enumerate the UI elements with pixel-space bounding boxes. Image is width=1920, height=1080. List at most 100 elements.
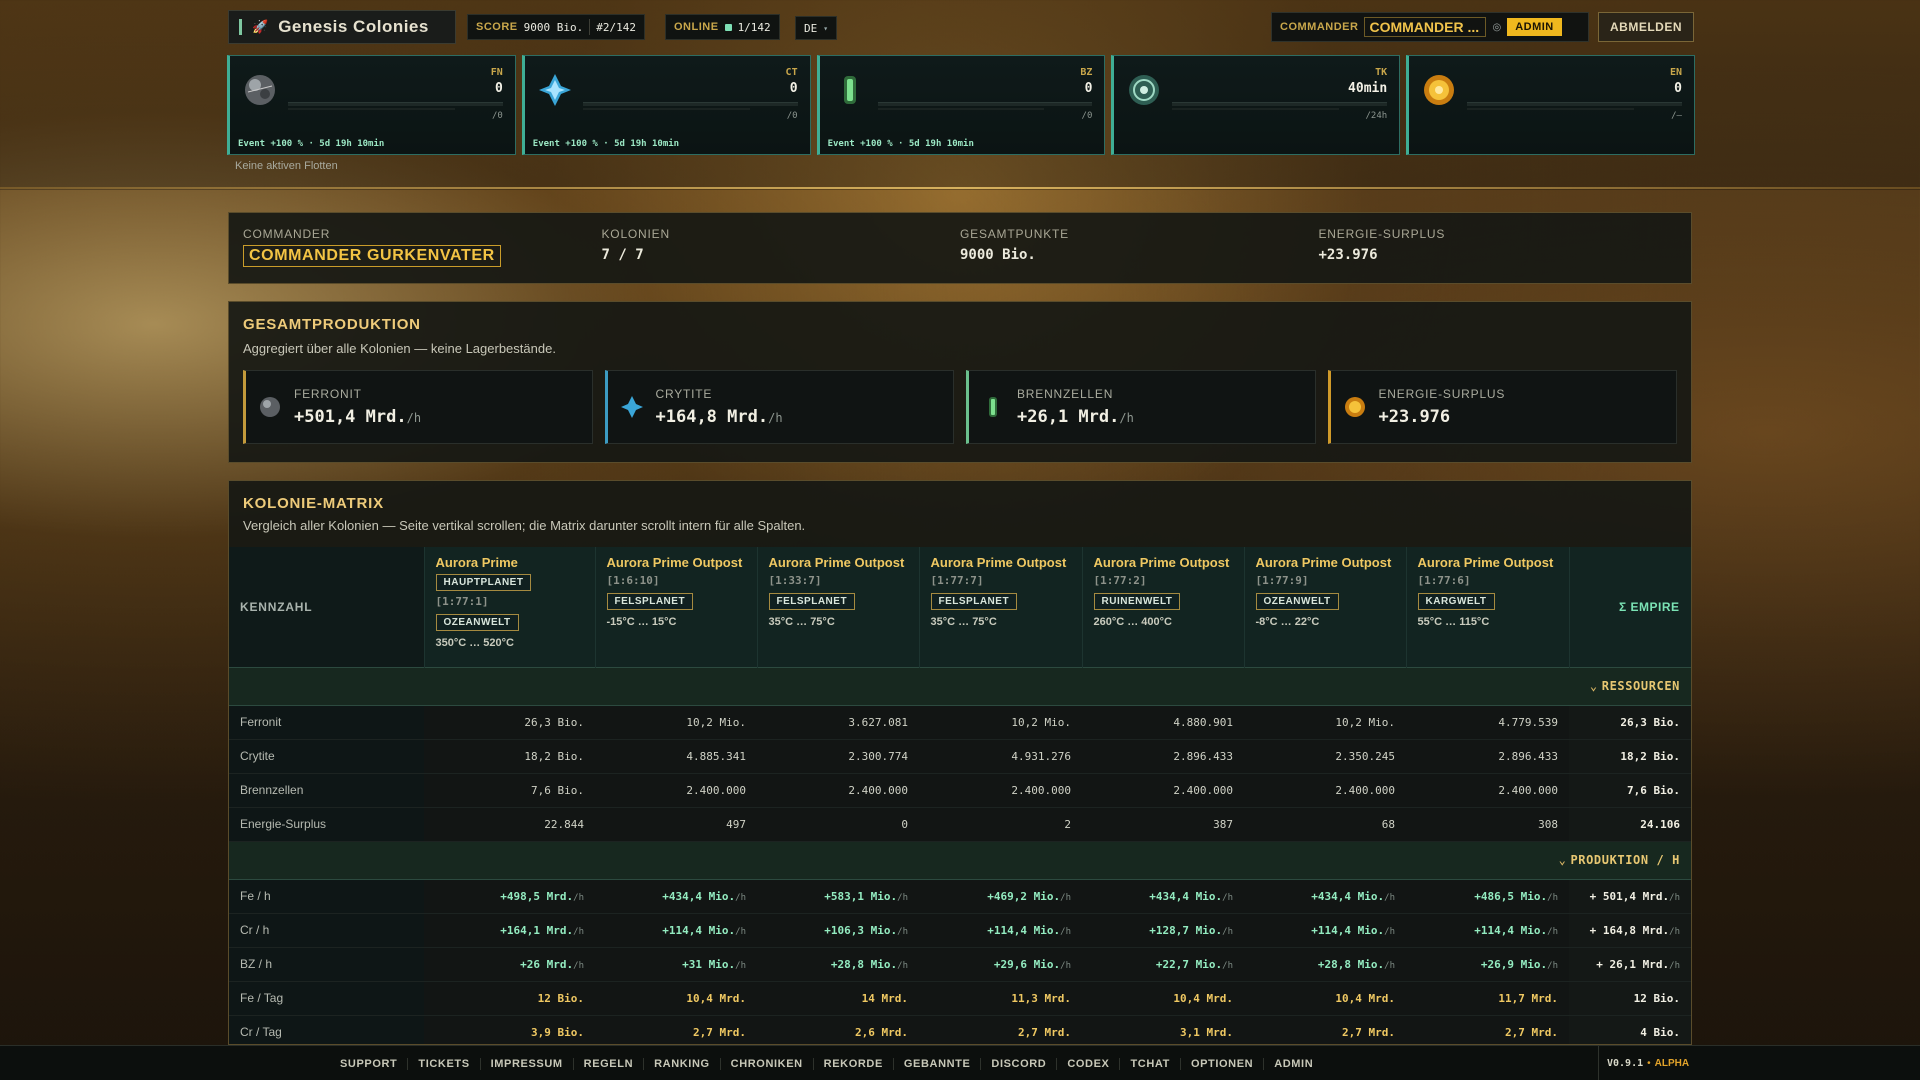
production-card-energy: ENERGIE-SURPLUS +23.976 bbox=[1327, 370, 1677, 444]
energy-icon bbox=[1421, 72, 1457, 108]
production-card-brennzellen: BRENNZELLEN +26,1 Mrd./h bbox=[966, 370, 1316, 444]
colony-header[interactable]: Aurora Prime Outpost [1:77:9] OZEANWELT -8°… bbox=[1244, 547, 1407, 667]
colony-header[interactable]: Aurora Prime Outpost [1:77:7] FELSPLANET 35… bbox=[919, 547, 1083, 667]
colony-name: Aurora Prime Outpost bbox=[1093, 555, 1230, 570]
production-label: BRENNZELLEN bbox=[1017, 387, 1114, 401]
empire-total-cell: + 164,8 Mrd./h bbox=[1569, 913, 1691, 948]
footer-link-chroniken[interactable]: CHRONIKEN bbox=[721, 1057, 814, 1070]
language-select[interactable]: DE ▾ bbox=[795, 16, 838, 40]
footer-links: SUPPORT TICKETS IMPRESSUM REGELN RANKING CHRO… bbox=[330, 1046, 1323, 1080]
section-header[interactable]: ⌄ PRODUKTION / H bbox=[229, 840, 1691, 880]
brand[interactable]: 🚀 Genesis Colonies bbox=[228, 10, 456, 44]
table-row: BZ / h +26 Mrd./h +31 Mio./h +28,8 Mio./h +2… bbox=[229, 947, 1691, 982]
production-value: +501,4 Mrd./h bbox=[294, 407, 422, 427]
footer-link-tchat[interactable]: TCHAT bbox=[1120, 1057, 1181, 1070]
colony-header[interactable]: Aurora Prime Outpost [1:6:10] FELSPLANET -1… bbox=[595, 547, 758, 667]
table-cell: +26,9 Mio./h bbox=[1406, 947, 1569, 982]
table-cell: +469,2 Mio./h bbox=[919, 879, 1082, 914]
footer-link-rekorde[interactable]: REKORDE bbox=[814, 1057, 894, 1070]
temperature-range: 35°C … 75°C bbox=[930, 616, 997, 628]
resource-code: CT bbox=[785, 67, 798, 78]
footer-link-codex[interactable]: CODEX bbox=[1057, 1057, 1121, 1070]
resource-card-fn[interactable]: FN 0 /0 Event +100 % · 5d 19h 10min bbox=[227, 55, 516, 155]
unit-label: /h bbox=[1669, 960, 1680, 971]
colony-header[interactable]: Aurora Prime Outpost [1:33:7] FELSPLANET 35… bbox=[757, 547, 920, 667]
footer-link-gebannte[interactable]: GEBANNTE bbox=[894, 1057, 982, 1070]
resource-capacity: /— bbox=[1671, 111, 1682, 121]
table-cell: 11,3 Mrd. bbox=[919, 981, 1082, 1016]
unit-label: /h bbox=[1222, 892, 1233, 903]
table-cell: 2.300.774 bbox=[757, 739, 919, 774]
table-cell: 2,7 Mrd. bbox=[595, 1015, 757, 1044]
table-row: Fe / Tag 12 Bio. 10,4 Mrd. 14 Mrd. 11,3 Mrd.… bbox=[229, 981, 1691, 1016]
table-cell: 2,7 Mrd. bbox=[919, 1015, 1082, 1044]
table-cell: +498,5 Mrd./h bbox=[424, 879, 595, 914]
footer-link-impressum[interactable]: IMPRESSUM bbox=[481, 1057, 574, 1070]
row-label: Brennzellen bbox=[229, 773, 424, 808]
logout-button[interactable]: ABMELDEN bbox=[1598, 12, 1694, 42]
resource-capacity: /24h bbox=[1365, 111, 1388, 121]
colony-header[interactable]: Aurora Prime Outpost [1:77:6] KARGWELT 55°C… bbox=[1406, 547, 1570, 667]
table-cell: 497 bbox=[595, 807, 757, 842]
event-text: Event +100 % · 5d 19h 10min bbox=[238, 139, 385, 149]
online-pill: ONLINE 1/142 bbox=[665, 14, 780, 40]
empire-sum-header: Σ EMPIRE bbox=[1569, 547, 1691, 667]
summary-label: GESAMTPUNKTE bbox=[960, 227, 1069, 241]
unit-label: /h bbox=[1384, 926, 1395, 937]
planet-type-badge: OZEANWELT bbox=[435, 614, 519, 631]
resource-card-en[interactable]: EN 0 /— bbox=[1406, 55, 1695, 155]
section-row[interactable]: ⌄ PRODUKTION / H bbox=[229, 840, 1691, 880]
resource-card-tk[interactable]: TK 40min /24h bbox=[1111, 55, 1401, 155]
colony-coordinates: [1:77:6] bbox=[1417, 574, 1471, 587]
table-cell: 387 bbox=[1082, 807, 1244, 842]
resource-card-bz[interactable]: BZ 0 /0 Event +100 % · 5d 19h 10min bbox=[816, 55, 1106, 155]
crytite-icon bbox=[620, 395, 644, 419]
section-title: PRODUKTION / H bbox=[1570, 853, 1680, 867]
summary-points: GESAMTPUNKTE 9000 Bio. bbox=[960, 227, 1319, 269]
divider bbox=[0, 187, 1920, 189]
production-subtitle: Aggregiert über alle Kolonien — keine La… bbox=[243, 341, 556, 356]
footer-link-support[interactable]: SUPPORT bbox=[330, 1057, 409, 1070]
resource-card-ct[interactable]: CT 0 /0 Event +100 % · 5d 19h 10min bbox=[521, 55, 811, 155]
discord-icon[interactable]: ◎ bbox=[1492, 22, 1501, 33]
production-title: GESAMTPRODUKTION bbox=[243, 316, 421, 333]
score-pill: SCORE 9000 Bio. #2/142 bbox=[467, 14, 645, 40]
footer-link-optionen[interactable]: OPTIONEN bbox=[1181, 1057, 1265, 1070]
summary-label: KOLONIEN bbox=[601, 227, 670, 241]
footer-link-regeln[interactable]: REGELN bbox=[574, 1057, 645, 1070]
divider bbox=[589, 19, 591, 35]
online-value: 1/142 bbox=[737, 20, 771, 34]
ferronit-icon bbox=[258, 395, 282, 419]
admin-badge[interactable]: ADMIN bbox=[1507, 18, 1562, 36]
production-value: +23.976 bbox=[1378, 407, 1451, 427]
table-cell: 10,4 Mrd. bbox=[1082, 981, 1244, 1016]
resource-value: 40min bbox=[1348, 81, 1388, 96]
empire-total-cell: 24.106 bbox=[1569, 807, 1691, 842]
score-label: SCORE bbox=[476, 21, 518, 33]
score-value: 9000 Bio. bbox=[523, 20, 584, 34]
colony-coordinates: [1:77:7] bbox=[930, 574, 984, 587]
colony-matrix[interactable]: KOLONIE-MATRIX Vergleich aller Kolonien … bbox=[228, 480, 1692, 1045]
footer-link-discord[interactable]: DISCORD bbox=[981, 1057, 1058, 1070]
production-panel: GESAMTPRODUKTION Aggregiert über alle Ko… bbox=[228, 301, 1692, 463]
unit-label: /h bbox=[1060, 892, 1071, 903]
resource-value: 0 bbox=[494, 81, 503, 96]
unit-label: /h bbox=[1060, 926, 1071, 937]
commander-value[interactable]: COMMANDER ... bbox=[1364, 17, 1487, 37]
table-cell: +114,4 Mio./h bbox=[1244, 913, 1406, 948]
colony-header[interactable]: Aurora Prime HAUPTPLANET [1:77:1] OZEANWELT… bbox=[424, 547, 596, 667]
colony-name: Aurora Prime Outpost bbox=[930, 555, 1067, 570]
table-cell: 2,6 Mrd. bbox=[757, 1015, 919, 1044]
matrix-table: KENNZAHL Aurora Prime HAUPTPLANET [1:77:1]… bbox=[229, 547, 1691, 1044]
resource-value: 0 bbox=[789, 81, 798, 96]
section-row[interactable]: ⌄ RESSOURCEN bbox=[229, 666, 1691, 706]
production-card-crytite: CRYTITE +164,8 Mrd./h bbox=[604, 370, 954, 444]
section-header[interactable]: ⌄ RESSOURCEN bbox=[229, 666, 1691, 706]
footer-link-admin[interactable]: ADMIN bbox=[1264, 1058, 1323, 1070]
colony-header[interactable]: Aurora Prime Outpost [1:77:2] RUINENWELT 26… bbox=[1082, 547, 1245, 667]
unit-label: /h bbox=[1547, 926, 1558, 937]
footer-link-tickets[interactable]: TICKETS bbox=[408, 1057, 481, 1070]
unit-label: /h bbox=[735, 892, 746, 903]
footer-link-ranking[interactable]: RANKING bbox=[644, 1057, 721, 1070]
table-cell: +28,8 Mio./h bbox=[1244, 947, 1406, 982]
